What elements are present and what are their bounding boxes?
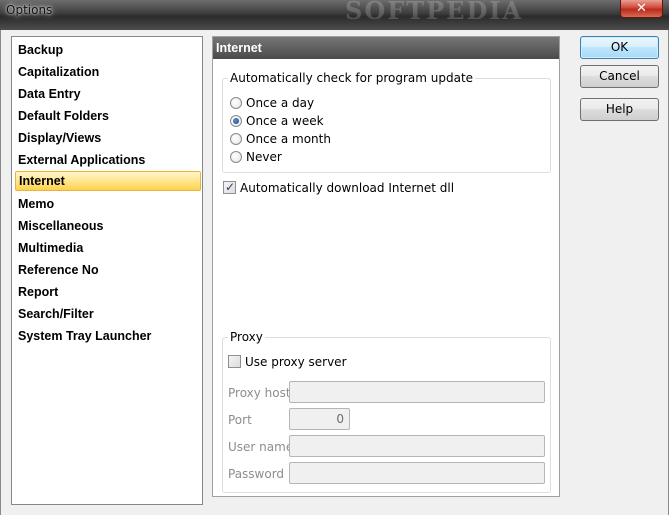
watermark: SOFTPEDIA (345, 0, 524, 25)
radio-button-selected-icon (230, 115, 242, 127)
panel-title: Internet (213, 37, 559, 59)
ok-button[interactable]: OK (580, 36, 659, 59)
radio-never[interactable]: Never (230, 149, 282, 165)
radio-label: Never (246, 150, 282, 164)
window-title: Options (6, 3, 53, 17)
radio-button-icon (230, 133, 242, 145)
checkbox-icon (228, 355, 241, 368)
radio-once-a-day[interactable]: Once a day (230, 95, 314, 111)
nav-item-reference-no[interactable]: Reference No (15, 260, 201, 280)
use-proxy-checkbox[interactable]: Use proxy server (228, 354, 347, 370)
nav-item-capitalization[interactable]: Capitalization (15, 62, 201, 82)
update-check-legend: Automatically check for program update (228, 71, 476, 85)
nav-item-external-applications[interactable]: External Applications (15, 150, 201, 170)
options-category-list[interactable]: Backup Capitalization Data Entry Default… (11, 36, 203, 505)
nav-item-display-views[interactable]: Display/Views (15, 128, 201, 148)
cancel-button[interactable]: Cancel (580, 65, 659, 88)
proxy-host-label: Proxy host (228, 386, 291, 400)
nav-item-internet[interactable]: Internet (15, 171, 201, 191)
nav-item-data-entry[interactable]: Data Entry (15, 84, 201, 104)
user-name-label: User name (228, 440, 294, 454)
radio-label: Once a week (246, 114, 324, 128)
password-label: Password (228, 467, 285, 481)
settings-panel: Internet Automatically check for program… (212, 36, 560, 497)
nav-item-system-tray-launcher[interactable]: System Tray Launcher (15, 326, 201, 346)
radio-once-a-month[interactable]: Once a month (230, 131, 331, 147)
radio-label: Once a month (246, 132, 331, 146)
checkbox-checked-icon (223, 179, 236, 195)
help-button[interactable]: Help (580, 98, 659, 121)
password-input[interactable] (289, 462, 545, 484)
radio-once-a-week[interactable]: Once a week (230, 113, 324, 129)
port-label: Port (228, 413, 252, 427)
user-name-input[interactable] (289, 435, 545, 457)
proxy-legend: Proxy (228, 330, 265, 344)
proxy-group: Proxy Use proxy server Proxy host Port 0… (222, 330, 551, 493)
title-bar: Options SOFTPEDIA ✕ (0, 0, 669, 30)
port-input[interactable]: 0 (289, 408, 350, 430)
dialog-body: Backup Capitalization Data Entry Default… (0, 30, 669, 515)
update-check-group: Automatically check for program update O… (222, 71, 551, 173)
radio-button-icon (230, 97, 242, 109)
proxy-host-input[interactable] (289, 381, 545, 403)
nav-item-backup[interactable]: Backup (15, 40, 201, 60)
auto-download-checkbox[interactable]: Automatically download Internet dll (223, 179, 455, 196)
nav-item-search-filter[interactable]: Search/Filter (15, 304, 201, 324)
nav-item-default-folders[interactable]: Default Folders (15, 106, 201, 126)
radio-label: Once a day (246, 96, 315, 110)
nav-item-memo[interactable]: Memo (15, 194, 201, 214)
checkbox-label: Use proxy server (245, 355, 347, 369)
nav-item-miscellaneous[interactable]: Miscellaneous (15, 216, 201, 236)
checkbox-label: Automatically download Internet dll (240, 181, 455, 195)
radio-button-icon (230, 151, 242, 163)
nav-item-multimedia[interactable]: Multimedia (15, 238, 201, 258)
close-button[interactable]: ✕ (620, 0, 663, 18)
nav-item-report[interactable]: Report (15, 282, 201, 302)
